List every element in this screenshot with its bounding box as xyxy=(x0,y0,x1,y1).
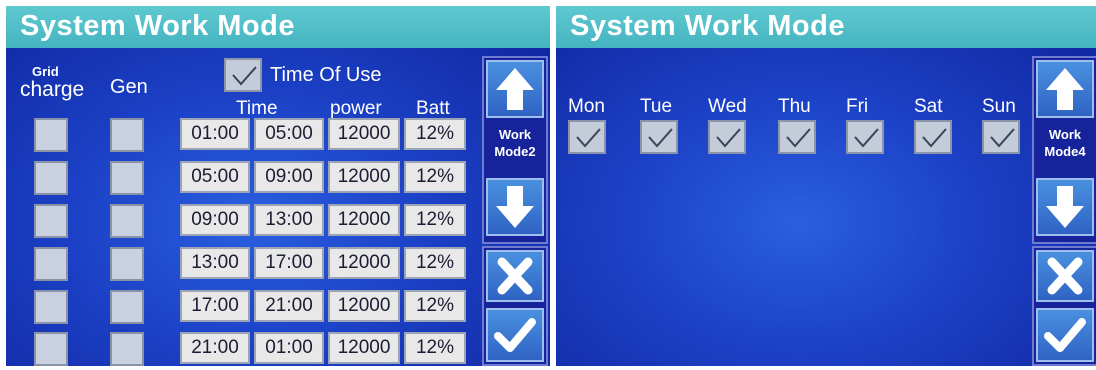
power-field[interactable]: 12000 xyxy=(328,332,400,364)
end-time-field[interactable]: 17:00 xyxy=(254,247,324,279)
time-of-use-checkbox[interactable] xyxy=(224,58,262,92)
cancel-button[interactable] xyxy=(1036,250,1094,302)
check-icon xyxy=(576,128,601,148)
grid-charge-checkbox[interactable] xyxy=(34,332,68,366)
check-icon xyxy=(232,66,257,86)
start-time-field[interactable]: 17:00 xyxy=(180,290,250,322)
batt-field[interactable]: 12% xyxy=(404,332,466,364)
power-field[interactable]: 12000 xyxy=(328,247,400,279)
check-icon xyxy=(494,318,536,352)
power-column-header: power xyxy=(330,98,382,119)
start-time-field[interactable]: 01:00 xyxy=(180,118,250,150)
day-checkbox-fri[interactable] xyxy=(846,120,884,154)
grid-charge-checkbox[interactable] xyxy=(34,161,68,195)
day-checkbox-tue[interactable] xyxy=(640,120,678,154)
page-title: System Work Mode xyxy=(570,10,845,42)
batt-field[interactable]: 12% xyxy=(404,247,466,279)
batt-field[interactable]: 12% xyxy=(404,118,466,150)
batt-column-header: Batt xyxy=(416,98,450,119)
day-checkbox-wed[interactable] xyxy=(708,120,746,154)
work-mode-screen-days: System Work Mode Mon Tue Wed Thu Fri Sat… xyxy=(556,6,1096,366)
charge-label: charge xyxy=(20,78,85,101)
grid-charge-checkbox[interactable] xyxy=(34,247,68,281)
day-label-tue: Tue xyxy=(640,96,673,117)
day-checkbox-thu[interactable] xyxy=(778,120,816,154)
batt-field[interactable]: 12% xyxy=(404,161,466,193)
end-time-field[interactable]: 13:00 xyxy=(254,204,324,236)
power-field[interactable]: 12000 xyxy=(328,118,400,150)
grid-charge-checkbox[interactable] xyxy=(34,118,68,152)
arrow-up-icon xyxy=(1046,68,1084,110)
day-label-mon: Mon xyxy=(568,96,605,117)
gen-checkbox[interactable] xyxy=(110,290,144,324)
work-mode-indicator: Work Mode4 xyxy=(1034,126,1096,160)
confirm-button[interactable] xyxy=(486,308,544,362)
start-time-field[interactable]: 09:00 xyxy=(180,204,250,236)
time-column-header: Time xyxy=(236,98,278,119)
close-icon xyxy=(1047,257,1083,295)
close-icon xyxy=(497,257,533,295)
day-label-thu: Thu xyxy=(778,96,811,117)
start-time-field[interactable]: 13:00 xyxy=(180,247,250,279)
page-down-button[interactable] xyxy=(1036,178,1094,236)
gen-label: Gen xyxy=(110,76,148,98)
check-icon xyxy=(990,128,1015,148)
end-time-field[interactable]: 05:00 xyxy=(254,118,324,150)
day-checkbox-mon[interactable] xyxy=(568,120,606,154)
arrow-up-icon xyxy=(496,68,534,110)
power-field[interactable]: 12000 xyxy=(328,161,400,193)
work-mode-number: Mode2 xyxy=(494,144,536,159)
gen-checkbox[interactable] xyxy=(110,204,144,238)
gen-checkbox[interactable] xyxy=(110,332,144,366)
end-time-field[interactable]: 21:00 xyxy=(254,290,324,322)
check-icon xyxy=(1044,318,1086,352)
grid-charge-checkbox[interactable] xyxy=(34,290,68,324)
grid-label: Grid xyxy=(32,64,59,79)
page-down-button[interactable] xyxy=(486,178,544,236)
check-icon xyxy=(648,128,673,148)
work-mode-screen-timeofuse: System Work Mode Grid charge Gen Time Of… xyxy=(6,6,550,366)
title-bar: System Work Mode xyxy=(6,6,550,48)
batt-field[interactable]: 12% xyxy=(404,204,466,236)
cancel-button[interactable] xyxy=(486,250,544,302)
day-label-sat: Sat xyxy=(914,96,943,117)
time-of-use-label: Time Of Use xyxy=(270,64,382,86)
day-label-fri: Fri xyxy=(846,96,869,117)
work-mode-label: Work xyxy=(1048,127,1082,142)
work-mode-label: Work xyxy=(498,127,532,142)
arrow-down-icon xyxy=(496,186,534,228)
grid-charge-checkbox[interactable] xyxy=(34,204,68,238)
start-time-field[interactable]: 05:00 xyxy=(180,161,250,193)
page-up-button[interactable] xyxy=(1036,60,1094,118)
gen-checkbox[interactable] xyxy=(110,247,144,281)
title-bar: System Work Mode xyxy=(556,6,1096,48)
arrow-down-icon xyxy=(1046,186,1084,228)
check-icon xyxy=(716,128,741,148)
check-icon xyxy=(854,128,879,148)
check-icon xyxy=(922,128,947,148)
confirm-button[interactable] xyxy=(1036,308,1094,362)
check-icon xyxy=(786,128,811,148)
page-up-button[interactable] xyxy=(486,60,544,118)
day-checkbox-sun[interactable] xyxy=(982,120,1020,154)
batt-field[interactable]: 12% xyxy=(404,290,466,322)
day-checkbox-sat[interactable] xyxy=(914,120,952,154)
start-time-field[interactable]: 21:00 xyxy=(180,332,250,364)
end-time-field[interactable]: 09:00 xyxy=(254,161,324,193)
work-mode-indicator: Work Mode2 xyxy=(484,126,546,160)
page-title: System Work Mode xyxy=(20,10,295,42)
end-time-field[interactable]: 01:00 xyxy=(254,332,324,364)
power-field[interactable]: 12000 xyxy=(328,290,400,322)
work-mode-number: Mode4 xyxy=(1044,144,1086,159)
gen-checkbox[interactable] xyxy=(110,118,144,152)
power-field[interactable]: 12000 xyxy=(328,204,400,236)
gen-checkbox[interactable] xyxy=(110,161,144,195)
day-label-wed: Wed xyxy=(708,96,747,117)
day-label-sun: Sun xyxy=(982,96,1016,117)
